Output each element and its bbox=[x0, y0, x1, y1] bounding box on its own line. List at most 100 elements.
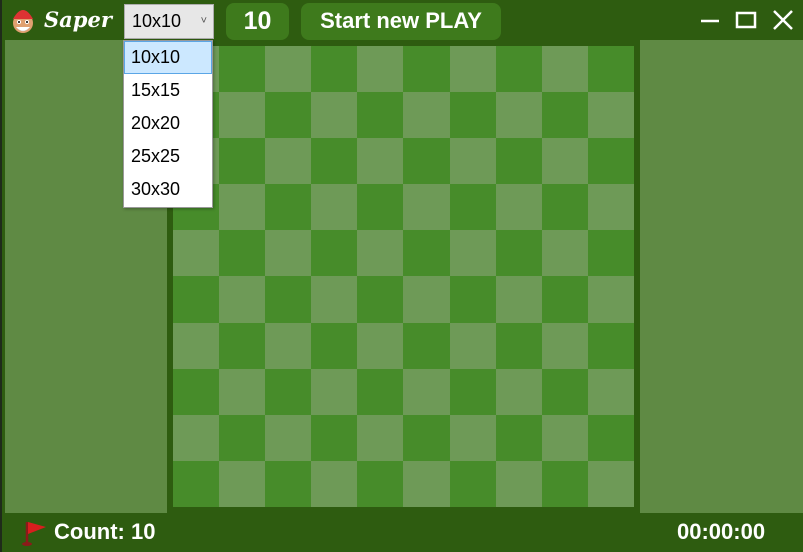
board-cell[interactable] bbox=[495, 46, 542, 93]
dropdown-option[interactable]: 25x25 bbox=[124, 140, 212, 173]
board-cell[interactable] bbox=[219, 230, 266, 277]
board-cell[interactable] bbox=[219, 276, 266, 323]
board-cell[interactable] bbox=[495, 230, 542, 277]
board-cell[interactable] bbox=[311, 138, 358, 185]
board-cell[interactable] bbox=[265, 184, 312, 231]
board-cell[interactable] bbox=[449, 460, 496, 507]
board-cell[interactable] bbox=[541, 92, 588, 139]
board-cell[interactable] bbox=[219, 414, 266, 461]
board-cell[interactable] bbox=[449, 230, 496, 277]
board-cell[interactable] bbox=[311, 322, 358, 369]
close-button[interactable] bbox=[768, 6, 798, 34]
board-cell[interactable] bbox=[449, 46, 496, 93]
board-cell[interactable] bbox=[265, 460, 312, 507]
dropdown-option[interactable]: 20x20 bbox=[124, 107, 212, 140]
board-cell[interactable] bbox=[219, 138, 266, 185]
board-cell[interactable] bbox=[495, 322, 542, 369]
board-cell[interactable] bbox=[357, 460, 404, 507]
board-cell[interactable] bbox=[541, 138, 588, 185]
board-cell[interactable] bbox=[495, 414, 542, 461]
dropdown-option[interactable]: 10x10 bbox=[124, 41, 212, 74]
board-cell[interactable] bbox=[541, 460, 588, 507]
board-cell[interactable] bbox=[541, 368, 588, 415]
board-cell[interactable] bbox=[541, 322, 588, 369]
board-cell[interactable] bbox=[219, 322, 266, 369]
board-cell[interactable] bbox=[403, 184, 450, 231]
board-cell[interactable] bbox=[265, 368, 312, 415]
board-cell[interactable] bbox=[587, 414, 634, 461]
board-cell[interactable] bbox=[311, 230, 358, 277]
board-cell[interactable] bbox=[311, 92, 358, 139]
board-cell[interactable] bbox=[265, 414, 312, 461]
board-cell[interactable] bbox=[449, 138, 496, 185]
board-cell[interactable] bbox=[403, 322, 450, 369]
board-cell[interactable] bbox=[311, 46, 358, 93]
board-cell[interactable] bbox=[541, 230, 588, 277]
board-cell[interactable] bbox=[541, 46, 588, 93]
board-cell[interactable] bbox=[587, 138, 634, 185]
board-cell[interactable] bbox=[587, 184, 634, 231]
board-cell[interactable] bbox=[357, 184, 404, 231]
board-cell[interactable] bbox=[403, 368, 450, 415]
board-cell[interactable] bbox=[265, 230, 312, 277]
board-cell[interactable] bbox=[587, 230, 634, 277]
board-cell[interactable] bbox=[357, 92, 404, 139]
board-cell[interactable] bbox=[357, 276, 404, 323]
board-cell[interactable] bbox=[403, 230, 450, 277]
board-cell[interactable] bbox=[495, 92, 542, 139]
board-cell[interactable] bbox=[449, 368, 496, 415]
board-cell[interactable] bbox=[587, 92, 634, 139]
board-cell[interactable] bbox=[587, 46, 634, 93]
board-cell[interactable] bbox=[403, 92, 450, 139]
board-cell[interactable] bbox=[495, 138, 542, 185]
board-cell[interactable] bbox=[265, 46, 312, 93]
board-cell[interactable] bbox=[219, 46, 266, 93]
dropdown-option[interactable]: 15x15 bbox=[124, 74, 212, 107]
board-cell[interactable] bbox=[311, 184, 358, 231]
board-cell[interactable] bbox=[403, 414, 450, 461]
board-cell[interactable] bbox=[219, 92, 266, 139]
board-cell[interactable] bbox=[357, 230, 404, 277]
board-cell[interactable] bbox=[403, 46, 450, 93]
board-cell[interactable] bbox=[357, 46, 404, 93]
board-cell[interactable] bbox=[357, 138, 404, 185]
board-cell[interactable] bbox=[403, 460, 450, 507]
maximize-button[interactable] bbox=[731, 6, 761, 34]
board-cell[interactable] bbox=[265, 92, 312, 139]
board-cell[interactable] bbox=[357, 368, 404, 415]
board-cell[interactable] bbox=[173, 368, 220, 415]
board-cell[interactable] bbox=[449, 414, 496, 461]
board-cell[interactable] bbox=[311, 460, 358, 507]
board-cell[interactable] bbox=[495, 184, 542, 231]
board-cell[interactable] bbox=[449, 322, 496, 369]
board-size-select[interactable]: 10x10 ˅ bbox=[124, 4, 214, 39]
board-cell[interactable] bbox=[311, 368, 358, 415]
board-cell[interactable] bbox=[173, 322, 220, 369]
minimize-button[interactable] bbox=[695, 6, 725, 34]
start-new-play-button[interactable]: Start new PLAY bbox=[301, 3, 501, 40]
board-cell[interactable] bbox=[173, 414, 220, 461]
board-cell[interactable] bbox=[403, 276, 450, 323]
board-cell[interactable] bbox=[265, 138, 312, 185]
board-cell[interactable] bbox=[449, 276, 496, 323]
board-cell[interactable] bbox=[173, 460, 220, 507]
board-cell[interactable] bbox=[219, 460, 266, 507]
board-cell[interactable] bbox=[311, 414, 358, 461]
board-cell[interactable] bbox=[265, 322, 312, 369]
board-cell[interactable] bbox=[173, 230, 220, 277]
board-cell[interactable] bbox=[357, 322, 404, 369]
board-cell[interactable] bbox=[495, 460, 542, 507]
board-cell[interactable] bbox=[587, 322, 634, 369]
board-cell[interactable] bbox=[541, 184, 588, 231]
board-cell[interactable] bbox=[173, 276, 220, 323]
board-cell[interactable] bbox=[219, 368, 266, 415]
board-cell[interactable] bbox=[357, 414, 404, 461]
board-cell[interactable] bbox=[587, 460, 634, 507]
board-cell[interactable] bbox=[219, 184, 266, 231]
board-cell[interactable] bbox=[541, 276, 588, 323]
board-cell[interactable] bbox=[587, 276, 634, 323]
board-cell[interactable] bbox=[449, 92, 496, 139]
board-cell[interactable] bbox=[495, 276, 542, 323]
board-cell[interactable] bbox=[541, 414, 588, 461]
board-cell[interactable] bbox=[403, 138, 450, 185]
